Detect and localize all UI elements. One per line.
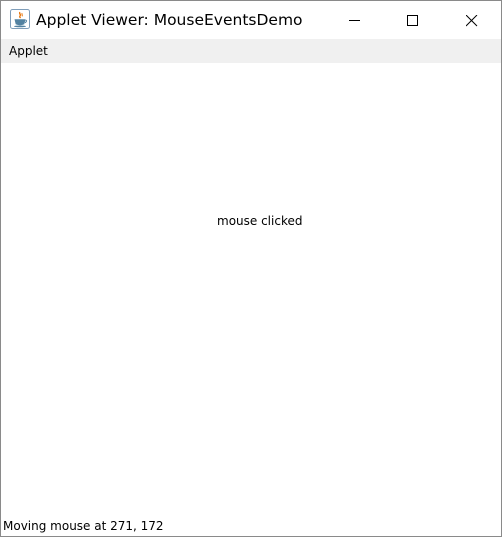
minimize-button[interactable] xyxy=(331,1,377,39)
minimize-icon xyxy=(349,20,360,21)
java-icon xyxy=(10,9,30,29)
status-text: Moving mouse at 271, 172 xyxy=(3,519,164,533)
menu-bar: Applet xyxy=(1,39,501,63)
close-icon xyxy=(466,15,478,27)
title-bar[interactable]: Applet Viewer: MouseEventsDemo xyxy=(1,1,501,39)
close-button[interactable] xyxy=(448,1,494,39)
applet-viewer-window: Applet Viewer: MouseEventsDemo Applet mo… xyxy=(0,0,502,537)
status-bar: Moving mouse at 271, 172 xyxy=(1,515,501,536)
menu-applet[interactable]: Applet xyxy=(1,39,56,63)
window-title: Applet Viewer: MouseEventsDemo xyxy=(36,11,303,29)
maximize-button[interactable] xyxy=(389,1,435,39)
maximize-icon xyxy=(407,15,418,26)
applet-canvas[interactable]: mouse clicked xyxy=(1,63,501,515)
applet-message: mouse clicked xyxy=(217,214,303,228)
